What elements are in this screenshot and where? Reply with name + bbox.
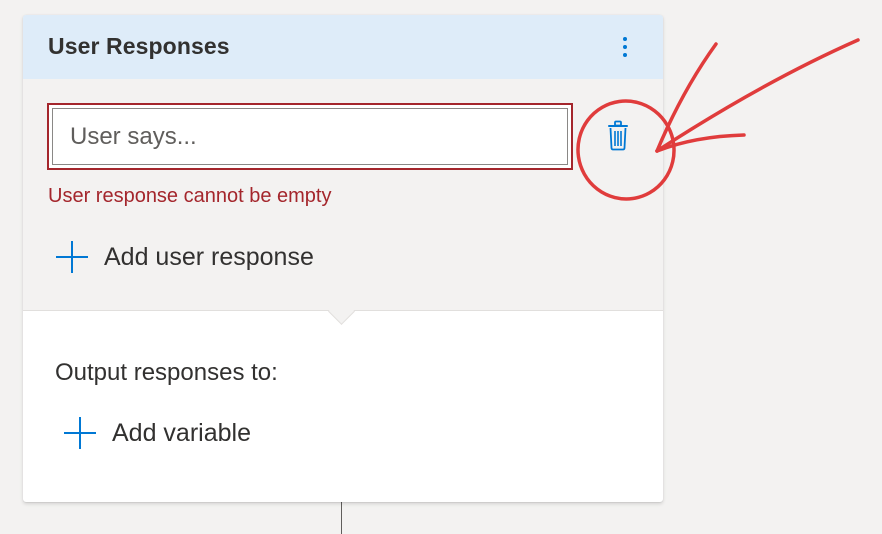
user-says-field-wrapper — [47, 103, 573, 170]
annotation-arrow-head-upper — [655, 42, 718, 153]
annotation-arrow-head-lower — [655, 133, 746, 153]
trash-icon — [608, 120, 628, 151]
more-options-button[interactable] — [611, 31, 639, 63]
add-variable-label: Add variable — [112, 418, 251, 447]
add-variable-button[interactable]: Add variable — [63, 416, 251, 450]
delete-response-button[interactable] — [600, 118, 636, 154]
add-user-response-button[interactable]: Add user response — [55, 240, 314, 274]
plus-icon — [64, 417, 96, 449]
card-title: User Responses — [48, 33, 230, 59]
more-vertical-icon-dot — [623, 53, 627, 57]
more-vertical-icon-dot — [623, 45, 627, 49]
plus-icon — [56, 241, 88, 273]
output-responses-label: Output responses to: — [55, 359, 278, 386]
add-user-response-label: Add user response — [104, 242, 314, 271]
annotation-arrow-shaft — [655, 38, 860, 153]
validation-error-message: User response cannot be empty — [48, 185, 332, 207]
more-vertical-icon — [623, 37, 627, 41]
user-says-input[interactable] — [52, 108, 568, 165]
user-responses-card: User Responses User response cannot be e… — [23, 15, 663, 502]
card-header: User Responses — [23, 15, 663, 79]
